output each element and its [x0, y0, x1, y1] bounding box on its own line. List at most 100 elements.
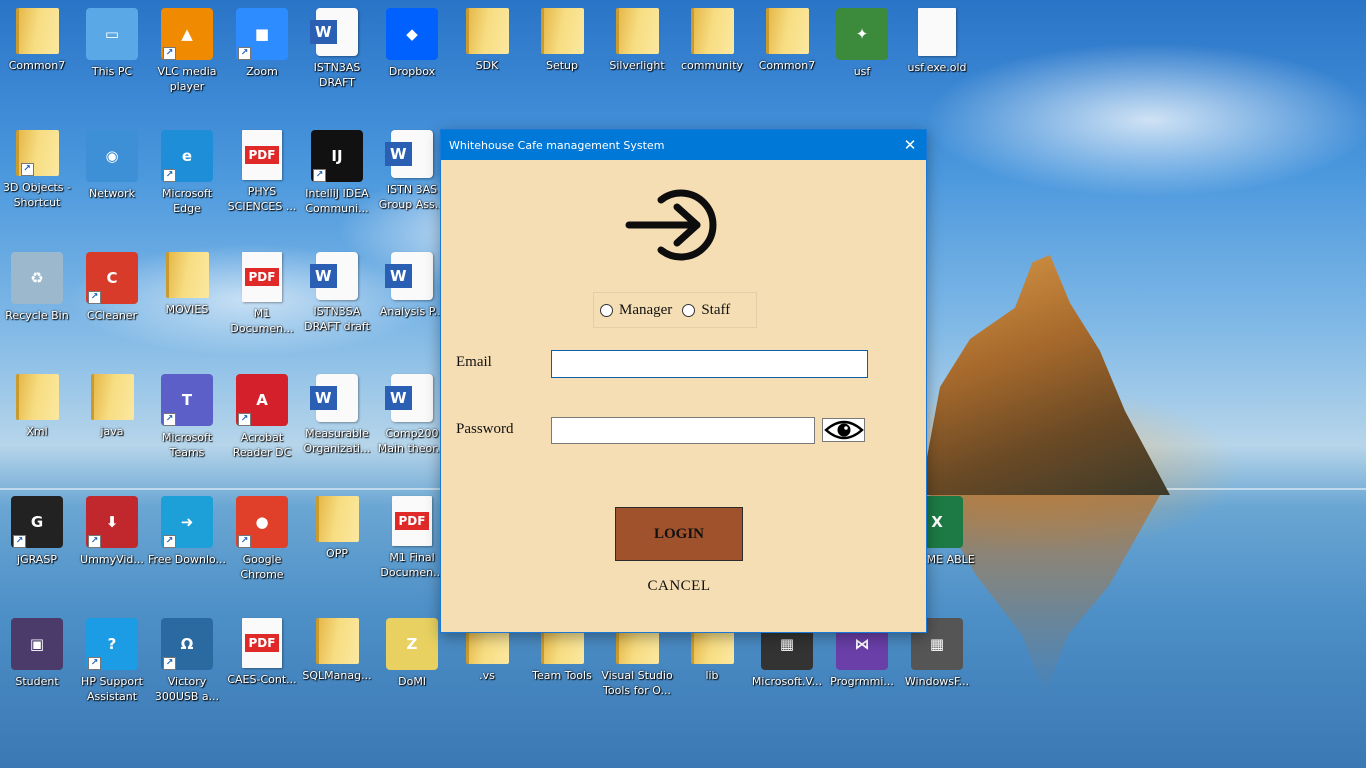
desktop-icon[interactable]: MOVIES [150, 244, 224, 354]
desktop-icon[interactable]: ? ↗ HP Support Assistant [75, 610, 149, 720]
desktop-icon[interactable]: java [75, 366, 149, 476]
desktop-icon-label: CCleaner [86, 309, 138, 322]
manager-radio-label[interactable]: Manager [619, 302, 672, 319]
desktop-icon-label: .vs [479, 669, 495, 682]
word-doc-icon: W [310, 374, 358, 422]
folder-icon [690, 8, 734, 54]
desktop-icon[interactable]: ▣ Student [0, 610, 74, 720]
shortcut-arrow-icon: ↗ [238, 47, 251, 60]
desktop-icon-label: Common7 [758, 59, 816, 72]
login-button[interactable]: LOGIN [615, 507, 743, 561]
ummy-icon: ⬇ ↗ [86, 496, 138, 548]
cancel-button[interactable]: CANCEL [629, 578, 729, 595]
desktop-icon-label: java [100, 425, 124, 438]
desktop-icon[interactable]: ➜ ↗ Free Downlo... [147, 488, 227, 598]
desktop-icon[interactable]: Z DoMl [375, 610, 449, 720]
desktop-icon[interactable]: ■ ↗ Zoom [225, 0, 299, 110]
desktop-icon[interactable]: W ISTN 3AS Group Ass... [375, 122, 449, 232]
desktop-icon-label: 3D Objects - Shortcut [3, 181, 71, 209]
desktop-icon[interactable]: ✦ usf [825, 0, 899, 110]
shortcut-arrow-icon: ↗ [238, 413, 251, 426]
desktop-icon[interactable]: T ↗ Microsoft Teams [150, 366, 224, 476]
desktop-icon[interactable]: SQLManag... [300, 610, 374, 720]
desktop-icon[interactable]: Setup [525, 0, 599, 110]
desktop-icon[interactable]: C ↗ CCleaner [75, 244, 149, 354]
desktop-icon[interactable]: W Measurable Organizati... [300, 366, 374, 476]
dialog-title: Whitehouse Cafe management System [449, 138, 665, 152]
desktop-icon[interactable]: ⬇ ↗ UmmyVid... [75, 488, 149, 598]
desktop-icon-label: Team Tools [532, 669, 592, 682]
role-radio-group: Manager Staff [593, 292, 757, 328]
desktop-icon-label: Dropbox [388, 65, 436, 78]
dialog-title-bar[interactable]: Whitehouse Cafe management System ✕ [441, 130, 926, 160]
manager-radio-option[interactable]: Manager [600, 302, 672, 319]
desktop-icon[interactable]: community [675, 0, 749, 110]
desktop-icon[interactable]: W ISTN3AS DRAFT [300, 0, 374, 110]
desktop-icon[interactable]: Ω ↗ Victory 300USB a... [150, 610, 224, 720]
email-input[interactable] [551, 350, 868, 378]
staff-radio-label[interactable]: Staff [701, 302, 730, 319]
desktop-icon[interactable]: e ↗ Microsoft Edge [150, 122, 224, 232]
shortcut-arrow-icon: ↗ [313, 169, 326, 182]
desktop-icon-label: This PC [91, 65, 133, 78]
jgrasp-icon: G ↗ [11, 496, 63, 548]
desktop-icon[interactable]: Silverlight [600, 0, 674, 110]
pdf-icon: PDF [242, 618, 282, 668]
desktop-icon[interactable]: usf.exe.old [900, 0, 974, 110]
desktop-icon-label: Zoom [246, 65, 278, 78]
pdf-icon: PDF [392, 496, 432, 546]
desktop-icon[interactable]: PDF M1 Final Documen... [375, 488, 449, 598]
show-password-button[interactable] [822, 418, 865, 442]
desktop-icon[interactable]: A ↗ Acrobat Reader DC [225, 366, 299, 476]
desktop-icon-label: Microsoft.V... [751, 675, 823, 688]
desktop-icon[interactable]: PDF CAES-Cont... [225, 610, 299, 720]
desktop-icon[interactable]: ▭ This PC [75, 0, 149, 110]
desktop-icon-label: Google Chrome [240, 553, 284, 581]
staff-radio-option[interactable]: Staff [682, 302, 730, 319]
desktop-icon-label: Common7 [8, 59, 66, 72]
desktop-icon[interactable]: OPP [300, 488, 374, 598]
pdf-icon: PDF [242, 252, 282, 302]
manager-radio[interactable] [600, 303, 613, 317]
desktop-icon[interactable]: Xml [0, 366, 74, 476]
desktop-icon[interactable]: Common7 [750, 0, 824, 110]
password-input[interactable] [551, 417, 815, 444]
desktop-icon[interactable]: ▲ ↗ VLC media player [150, 0, 224, 110]
desktop-icon[interactable]: ◆ Dropbox [375, 0, 449, 110]
zoom-icon: ■ ↗ [236, 8, 288, 60]
desktop-icon-label: UmmyVid... [80, 553, 144, 566]
desktop-icon[interactable]: ● ↗ Google Chrome [225, 488, 299, 598]
desktop-icon[interactable]: PDF PHYS SCIENCES ... [225, 122, 299, 232]
desktop-icon[interactable]: Common7 [0, 0, 74, 110]
desktop-icon-label: Microsoft Edge [161, 187, 213, 215]
desktop-icon[interactable]: ♻ Recycle Bin [0, 244, 74, 354]
close-button[interactable]: ✕ [894, 130, 926, 160]
desktop-icon-label: VLC media player [157, 65, 217, 93]
shortcut-arrow-icon: ↗ [88, 535, 101, 548]
desktop-icon[interactable]: IJ ↗ IntelliJ IDEA Communi... [300, 122, 374, 232]
desktop-icon[interactable]: W Analysis P... [375, 244, 449, 354]
word-doc-icon: W [385, 130, 433, 178]
desktop-icon-label: Progrmmi... [830, 675, 894, 688]
staff-radio[interactable] [682, 303, 696, 317]
desktop-icon[interactable]: W ISTN3SA DRAFT draft [300, 244, 374, 354]
3d-objects-icon: ↗ [15, 130, 59, 176]
desktop-icon-label: Xml [26, 425, 48, 438]
shortcut-arrow-icon: ↗ [163, 413, 176, 426]
desktop-icon[interactable]: G ↗ jGRASP [0, 488, 74, 598]
edge-icon: e ↗ [161, 130, 213, 182]
file-icon [918, 8, 956, 56]
eye-icon [823, 420, 864, 440]
desktop-icon[interactable]: W Comp200 Main theor... [375, 366, 449, 476]
desktop-icon[interactable]: SDK [450, 0, 524, 110]
desktop-icon[interactable]: ↗ 3D Objects - Shortcut [0, 122, 74, 232]
folder-icon [540, 8, 584, 54]
desktop-icon-label: Acrobat Reader DC [232, 431, 292, 459]
desktop-icon[interactable]: ◉ Network [75, 122, 149, 232]
desktop-icon[interactable]: PDF M1 Documen... [225, 244, 299, 354]
desktop-icon-label: Network [89, 187, 135, 200]
dropbox-icon: ◆ [386, 8, 438, 60]
desktop-icon-label: Free Downlo... [147, 553, 227, 566]
desktop-icon-label: ISTN3SA DRAFT draft [304, 305, 370, 333]
victory-icon: Ω ↗ [161, 618, 213, 670]
